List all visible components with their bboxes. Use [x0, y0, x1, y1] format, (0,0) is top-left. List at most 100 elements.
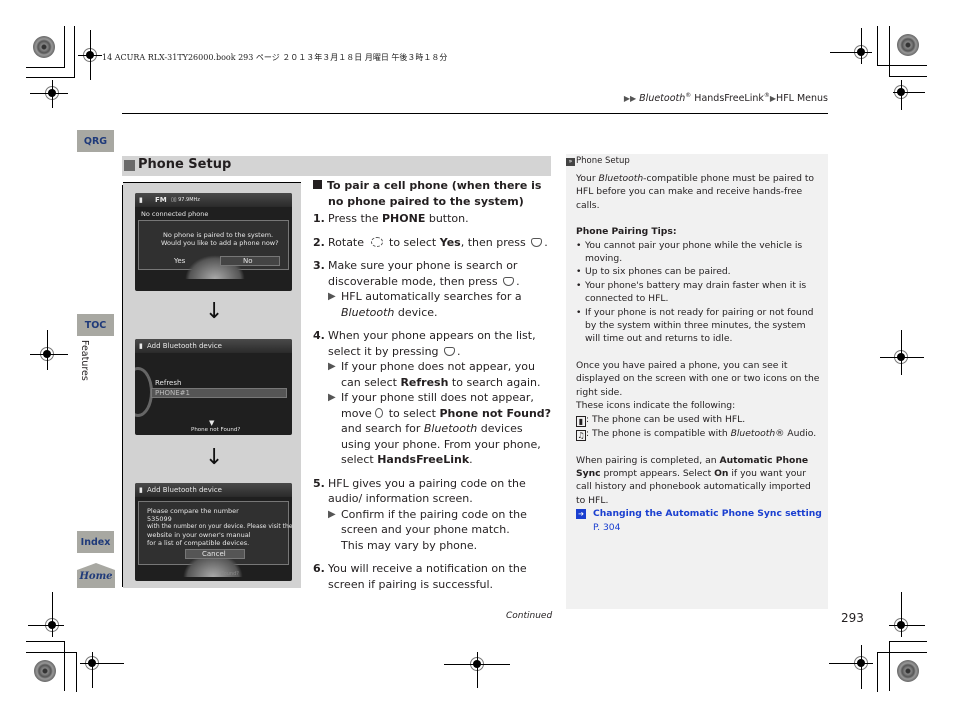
- section-square-icon: [124, 160, 135, 171]
- step-2: 2. Rotate to select Yes, then press .: [313, 235, 548, 249]
- step-5: 5. HFL gives you a pairing code on the a…: [313, 476, 553, 554]
- auto-sync-link-text[interactable]: Changing the Automatic Phone Sync settin…: [593, 508, 822, 519]
- tip-item: Your phone's battery may drain faster wh…: [576, 279, 822, 306]
- scroll-down-icon: ▼: [209, 419, 215, 427]
- step-note-text: to search again.: [448, 375, 541, 389]
- icon-legend-hfl: ▮: The phone can be used with HFL.: [576, 413, 822, 427]
- step-note-italic: Bluetooth: [423, 422, 478, 435]
- auto-sync-link-page[interactable]: P. 304: [593, 522, 620, 533]
- nav-home-button[interactable]: Home: [77, 563, 115, 588]
- crop-line: [30, 354, 68, 355]
- phone-not-found-option[interactable]: Phone not Found?: [191, 427, 240, 433]
- no-option[interactable]: No: [243, 257, 253, 265]
- interface-dial-press-icon: [444, 346, 456, 356]
- step-number: 1.: [313, 212, 325, 225]
- steps-heading-text: To pair a cell phone (when there is no p…: [327, 179, 542, 208]
- breadcrumb-hfl-menus[interactable]: HFL Menus: [776, 93, 828, 104]
- step-text: You will receive a notification on the s…: [328, 562, 527, 591]
- breadcrumb-bluetooth[interactable]: Bluetooth: [639, 93, 685, 104]
- note-text: prompt appears. Select: [600, 467, 715, 479]
- screen-header-bar: ▮ FM ▯▯ 97.9MHz: [135, 193, 292, 207]
- side-note: » Phone Setup Your Bluetooth-compatible p…: [566, 154, 828, 609]
- phone-list-item[interactable]: PHONE#1: [155, 389, 190, 397]
- phone-icon: ▮: [139, 486, 143, 494]
- crop-line: [52, 592, 53, 637]
- step-note-bold: HandsFreeLink: [377, 453, 470, 466]
- result-arrow-icon: ▶: [328, 291, 336, 302]
- auto-sync-link[interactable]: ➔ Changing the Automatic Phone Sync setti…: [576, 507, 822, 534]
- crop-line: [47, 330, 48, 370]
- step-3: 3. Make sure your phone is search or dis…: [313, 258, 553, 320]
- step-note-text: Confirm if the pairing code on the scree…: [341, 507, 527, 537]
- note-reference-title: Phone Setup: [576, 156, 630, 166]
- crop-line: [76, 652, 77, 692]
- step-note: ▶ If your phone does not appear, you can …: [328, 359, 553, 390]
- refresh-option[interactable]: Refresh: [155, 379, 181, 387]
- crop-line: [830, 52, 872, 53]
- crop-line: [901, 592, 902, 637]
- screen-header-bar: ▮ Add Bluetooth device: [135, 339, 292, 353]
- color-disc-mark: [897, 660, 919, 682]
- dialog-message: Would you like to add a phone now?: [161, 239, 279, 247]
- continued-label: Continued: [506, 611, 553, 621]
- crop-line: [26, 77, 74, 78]
- pairing-code: 535099: [147, 515, 172, 523]
- crop-line: [477, 652, 478, 688]
- section-title: Phone Setup: [138, 157, 232, 172]
- crop-line: [889, 625, 925, 626]
- breadcrumb: ▶▶ Bluetooth® HandsFreeLink®▶HFL Menus: [624, 92, 828, 104]
- crop-line: [889, 76, 927, 77]
- steps-heading: To pair a cell phone (when there is no p…: [313, 178, 553, 209]
- icon-legend-audio: ♫: The phone is compatible with Bluetoot…: [576, 427, 822, 441]
- tips-title: Phone Pairing Tips:: [576, 226, 677, 238]
- result-arrow-icon: ▶: [328, 392, 336, 403]
- dialog-message: No phone is paired to the system.: [163, 231, 274, 239]
- nav-index-button[interactable]: Index: [77, 531, 114, 553]
- result-arrow-icon: ▶: [328, 508, 336, 520]
- note-text: ® Audio.: [775, 427, 817, 439]
- nav-qrg-button[interactable]: QRG: [77, 130, 114, 152]
- step-note-bold: Refresh: [400, 375, 449, 389]
- note-text: : The phone is compatible with: [586, 427, 731, 439]
- crop-line: [880, 357, 924, 358]
- screen-status: No connected phone: [141, 210, 209, 218]
- screen-header-extra: ▯▯ 97.9MHz: [171, 197, 200, 203]
- tip-item: Up to six phones can be paired.: [576, 265, 822, 279]
- step-text: Press the: [328, 212, 382, 225]
- interface-dial-move-icon: [375, 407, 384, 418]
- step-4: 4. When your phone appears on the list, …: [313, 329, 553, 466]
- chapter-label: Features: [79, 340, 90, 381]
- link-arrow-icon: ➔: [576, 509, 586, 520]
- step-1: 1. Press the PHONE button.: [313, 211, 553, 227]
- crop-line: [901, 80, 902, 110]
- cancel-button[interactable]: Cancel: [202, 550, 226, 558]
- screen-pairing-code: ▮ Add Bluetooth device Please compare th…: [135, 483, 292, 581]
- step-number: 6.: [313, 562, 325, 575]
- step-number: 4.: [313, 329, 325, 342]
- crop-line: [889, 641, 927, 642]
- header-rule: [122, 113, 828, 114]
- color-disc-mark: [897, 34, 919, 56]
- page-number: 293: [841, 611, 864, 625]
- color-disc-mark: [33, 36, 55, 58]
- yes-option[interactable]: Yes: [174, 257, 185, 265]
- note-bold: On: [714, 467, 729, 479]
- note-italic: Bluetooth: [730, 427, 776, 439]
- crop-line: [92, 652, 93, 688]
- step-text: button.: [425, 212, 469, 225]
- crop-line: [889, 641, 890, 691]
- crop-line: [877, 26, 878, 66]
- step-note: ▶ HFL automatically searches for a Blueto…: [328, 289, 553, 320]
- crop-line: [52, 80, 53, 108]
- step-text-bold: PHONE: [382, 212, 426, 225]
- screen-no-phone-paired: ▮ FM ▯▯ 97.9MHz No connected phone No ph…: [135, 193, 292, 291]
- nav-toc-button[interactable]: TOC: [77, 314, 114, 336]
- breadcrumb-handsfreelink[interactable]: HandsFreeLink: [691, 93, 764, 104]
- note-reference: » Phone Setup: [566, 155, 630, 168]
- note-text: : The phone can be used with HFL.: [586, 413, 746, 425]
- reference-icon: »: [566, 158, 575, 166]
- tip-item: If your phone is not ready for pairing o…: [576, 306, 822, 346]
- screen-header-bar: ▮ Add Bluetooth device: [135, 483, 292, 497]
- crop-line: [861, 28, 862, 64]
- crop-line: [901, 330, 902, 375]
